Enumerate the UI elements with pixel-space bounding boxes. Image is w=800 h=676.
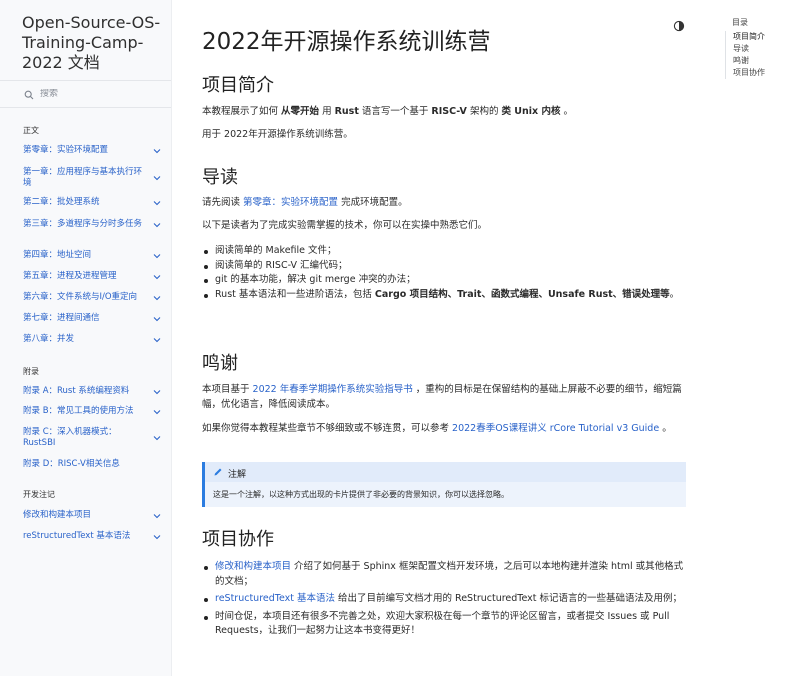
- site-title[interactable]: Open-Source-OS-Training-Camp-2022 文档: [22, 13, 162, 73]
- intro-paragraph: 本教程展示了如何 从零开始 用 Rust 语言写一个基于 RISC-V 架构的 …: [202, 106, 573, 117]
- toc-item-collab[interactable]: 项目协作: [733, 67, 795, 79]
- list-item: 时间仓促，本项目还有很多不完善之处，欢迎大家积极在每一个章节的评论区留言，或者提…: [202, 610, 688, 639]
- caption-dev-notes: 开发注记: [23, 490, 55, 499]
- nav-item-chapter-6[interactable]: 第六章：文件系统与I/O重定向: [0, 292, 171, 303]
- list-item: 修改和构建本项目 介绍了如何基于 Sphinx 框架配置文档开发环境，之后可以本…: [202, 560, 688, 589]
- link-rst-syntax[interactable]: reStructuredText 基本语法: [215, 593, 335, 604]
- chevron-down-icon[interactable]: [152, 335, 162, 345]
- list-item: git 的基本功能，解决 git merge 冲突的办法；: [202, 273, 688, 288]
- nav-item-label: 第二章：批处理系统: [23, 197, 100, 207]
- chevron-down-icon[interactable]: [152, 272, 162, 282]
- intro-purpose: 用于 2022年开源操作系统训练营。: [202, 129, 353, 140]
- nav-item-chapter-4[interactable]: 第四章：地址空间: [0, 250, 171, 261]
- chevron-down-icon[interactable]: [152, 293, 162, 303]
- nav-item-label: 附录 C：深入机器模式：RustSBI: [23, 427, 117, 448]
- chevron-down-icon[interactable]: [152, 387, 162, 397]
- nav-item-label: 附录 A：Rust 系统编程资料: [23, 386, 130, 396]
- nav-item-appendix-b[interactable]: 附录 B：常见工具的使用方法: [0, 406, 171, 417]
- thanks-paragraph-2: 如果你觉得本教程某些章节不够细致或不够连贯，可以参考 2022春季OS课程讲义 …: [202, 423, 672, 434]
- link-rcore-tutorial[interactable]: 2022春季OS课程讲义 rCore Tutorial v3 Guide: [452, 423, 659, 434]
- nav-item-label: 第一章：应用程序与基本执行环境: [23, 167, 143, 188]
- caption-appendix: 附录: [23, 367, 39, 376]
- nav-item-chapter-7[interactable]: 第七章：进程间通信: [0, 313, 171, 324]
- list-item: reStructuredText 基本语法 给出了目前编写文档才用的 ReStr…: [202, 592, 688, 607]
- caption-main: 正文: [23, 126, 39, 135]
- list-item: 阅读简单的 RISC-V 汇编代码；: [202, 259, 688, 274]
- toc-list: 项目简介 导读 鸣谢 项目协作: [725, 31, 795, 79]
- nav-item-label: 第七章：进程间通信: [23, 313, 100, 323]
- sidebar: Open-Source-OS-Training-Camp-2022 文档 正文 …: [0, 0, 172, 676]
- chevron-down-icon[interactable]: [152, 511, 162, 521]
- nav-item-rst-syntax[interactable]: reStructuredText 基本语法: [0, 531, 171, 542]
- guide-paragraph-2: 以下是读者为了完成实验需掌握的技术，你可以在实操中熟悉它们。: [202, 220, 488, 231]
- note-admonition: 注解 这是一个注解，以这种方式出现的卡片提供了非必要的背景知识，你可以选择忽略。: [202, 462, 686, 507]
- link-build-project[interactable]: 修改和构建本项目: [215, 561, 291, 572]
- nav-item-chapter-2[interactable]: 第二章：批处理系统: [0, 197, 171, 208]
- section-heading-collab: 项目协作: [202, 529, 274, 550]
- nav-item-chapter-3[interactable]: 第三章：多道程序与分时多任务: [0, 219, 171, 230]
- nav-item-label: 第四章：地址空间: [23, 250, 92, 260]
- chevron-down-icon[interactable]: [152, 198, 162, 208]
- guide-paragraph-1: 请先阅读 第零章：实验环境配置 完成环境配置。: [202, 197, 408, 208]
- section-heading-guide: 导读: [202, 167, 238, 188]
- nav-item-chapter-8[interactable]: 第八章：并发: [0, 334, 171, 345]
- table-of-contents: 目录 项目简介 导读 鸣谢 项目协作: [725, 17, 795, 79]
- list-item: 阅读简单的 Makefile 文件；: [202, 244, 688, 259]
- nav-item-label: 第零章：实验环境配置: [23, 145, 109, 155]
- toc-item-intro[interactable]: 项目简介: [733, 31, 795, 43]
- nav-item-label: 附录 D：RISC-V相关信息: [23, 459, 120, 469]
- nav-item-label: 第三章：多道程序与分时多任务: [23, 219, 143, 229]
- search-box[interactable]: [0, 80, 171, 108]
- search-input[interactable]: [40, 89, 160, 99]
- nav-item-appendix-d[interactable]: 附录 D：RISC-V相关信息: [0, 459, 171, 470]
- pencil-icon: [213, 467, 228, 480]
- nav-item-label: 第六章：文件系统与I/O重定向: [23, 292, 138, 302]
- thanks-paragraph-1: 本项目基于 2022 年春季学期操作系统实验指导书 ，重构的目标是在保留结构的基…: [202, 384, 682, 410]
- nav-item-appendix-c[interactable]: 附录 C：深入机器模式：RustSBI: [0, 427, 171, 449]
- theme-toggle-icon[interactable]: [673, 17, 685, 32]
- chevron-down-icon[interactable]: [152, 146, 162, 156]
- nav-item-chapter-1[interactable]: 第一章：应用程序与基本执行环境: [0, 167, 171, 189]
- nav-item-label: 第五章：进程及进程管理: [23, 271, 117, 281]
- chevron-down-icon[interactable]: [152, 173, 162, 183]
- toc-title: 目录: [732, 18, 748, 27]
- chevron-down-icon[interactable]: [152, 220, 162, 230]
- nav-item-build-project[interactable]: 修改和构建本项目: [0, 510, 171, 521]
- nav-item-chapter-0[interactable]: 第零章：实验环境配置: [0, 145, 171, 156]
- note-title-bar: [205, 462, 686, 482]
- section-heading-thanks: 鸣谢: [202, 353, 238, 374]
- list-item: Rust 基本语法和一些进阶语法，包括 Cargo 项目结构、Trait、函数式…: [202, 288, 688, 303]
- nav-item-label: 附录 B：常见工具的使用方法: [23, 406, 134, 416]
- section-heading-intro: 项目简介: [202, 75, 274, 96]
- chevron-down-icon[interactable]: [152, 314, 162, 324]
- search-icon: [24, 85, 34, 104]
- link-guidebook[interactable]: 2022 年春季学期操作系统实验指导书: [253, 384, 413, 395]
- collab-list: 修改和构建本项目 介绍了如何基于 Sphinx 框架配置文档开发环境，之后可以本…: [202, 560, 688, 639]
- link-chapter-0[interactable]: 第零章：实验环境配置: [243, 197, 338, 208]
- toc-item-guide[interactable]: 导读: [733, 43, 795, 55]
- guide-list: 阅读简单的 Makefile 文件； 阅读简单的 RISC-V 汇编代码； gi…: [202, 244, 688, 302]
- nav-item-label: 修改和构建本项目: [23, 510, 92, 520]
- note-title: 注解: [213, 467, 246, 480]
- nav-item-chapter-5[interactable]: 第五章：进程及进程管理: [0, 271, 171, 282]
- note-body: 这是一个注解，以这种方式出现的卡片提供了非必要的背景知识，你可以选择忽略。: [213, 490, 509, 499]
- nav-item-label: reStructuredText 基本语法: [23, 531, 131, 541]
- nav-item-appendix-a[interactable]: 附录 A：Rust 系统编程资料: [0, 386, 171, 397]
- toc-item-thanks[interactable]: 鸣谢: [733, 55, 795, 67]
- nav-item-label: 第八章：并发: [23, 334, 75, 344]
- chevron-down-icon[interactable]: [152, 251, 162, 261]
- chevron-down-icon[interactable]: [152, 433, 162, 443]
- chevron-down-icon[interactable]: [152, 532, 162, 542]
- page-title: 2022年开源操作系统训练营: [202, 29, 491, 55]
- chevron-down-icon[interactable]: [152, 407, 162, 417]
